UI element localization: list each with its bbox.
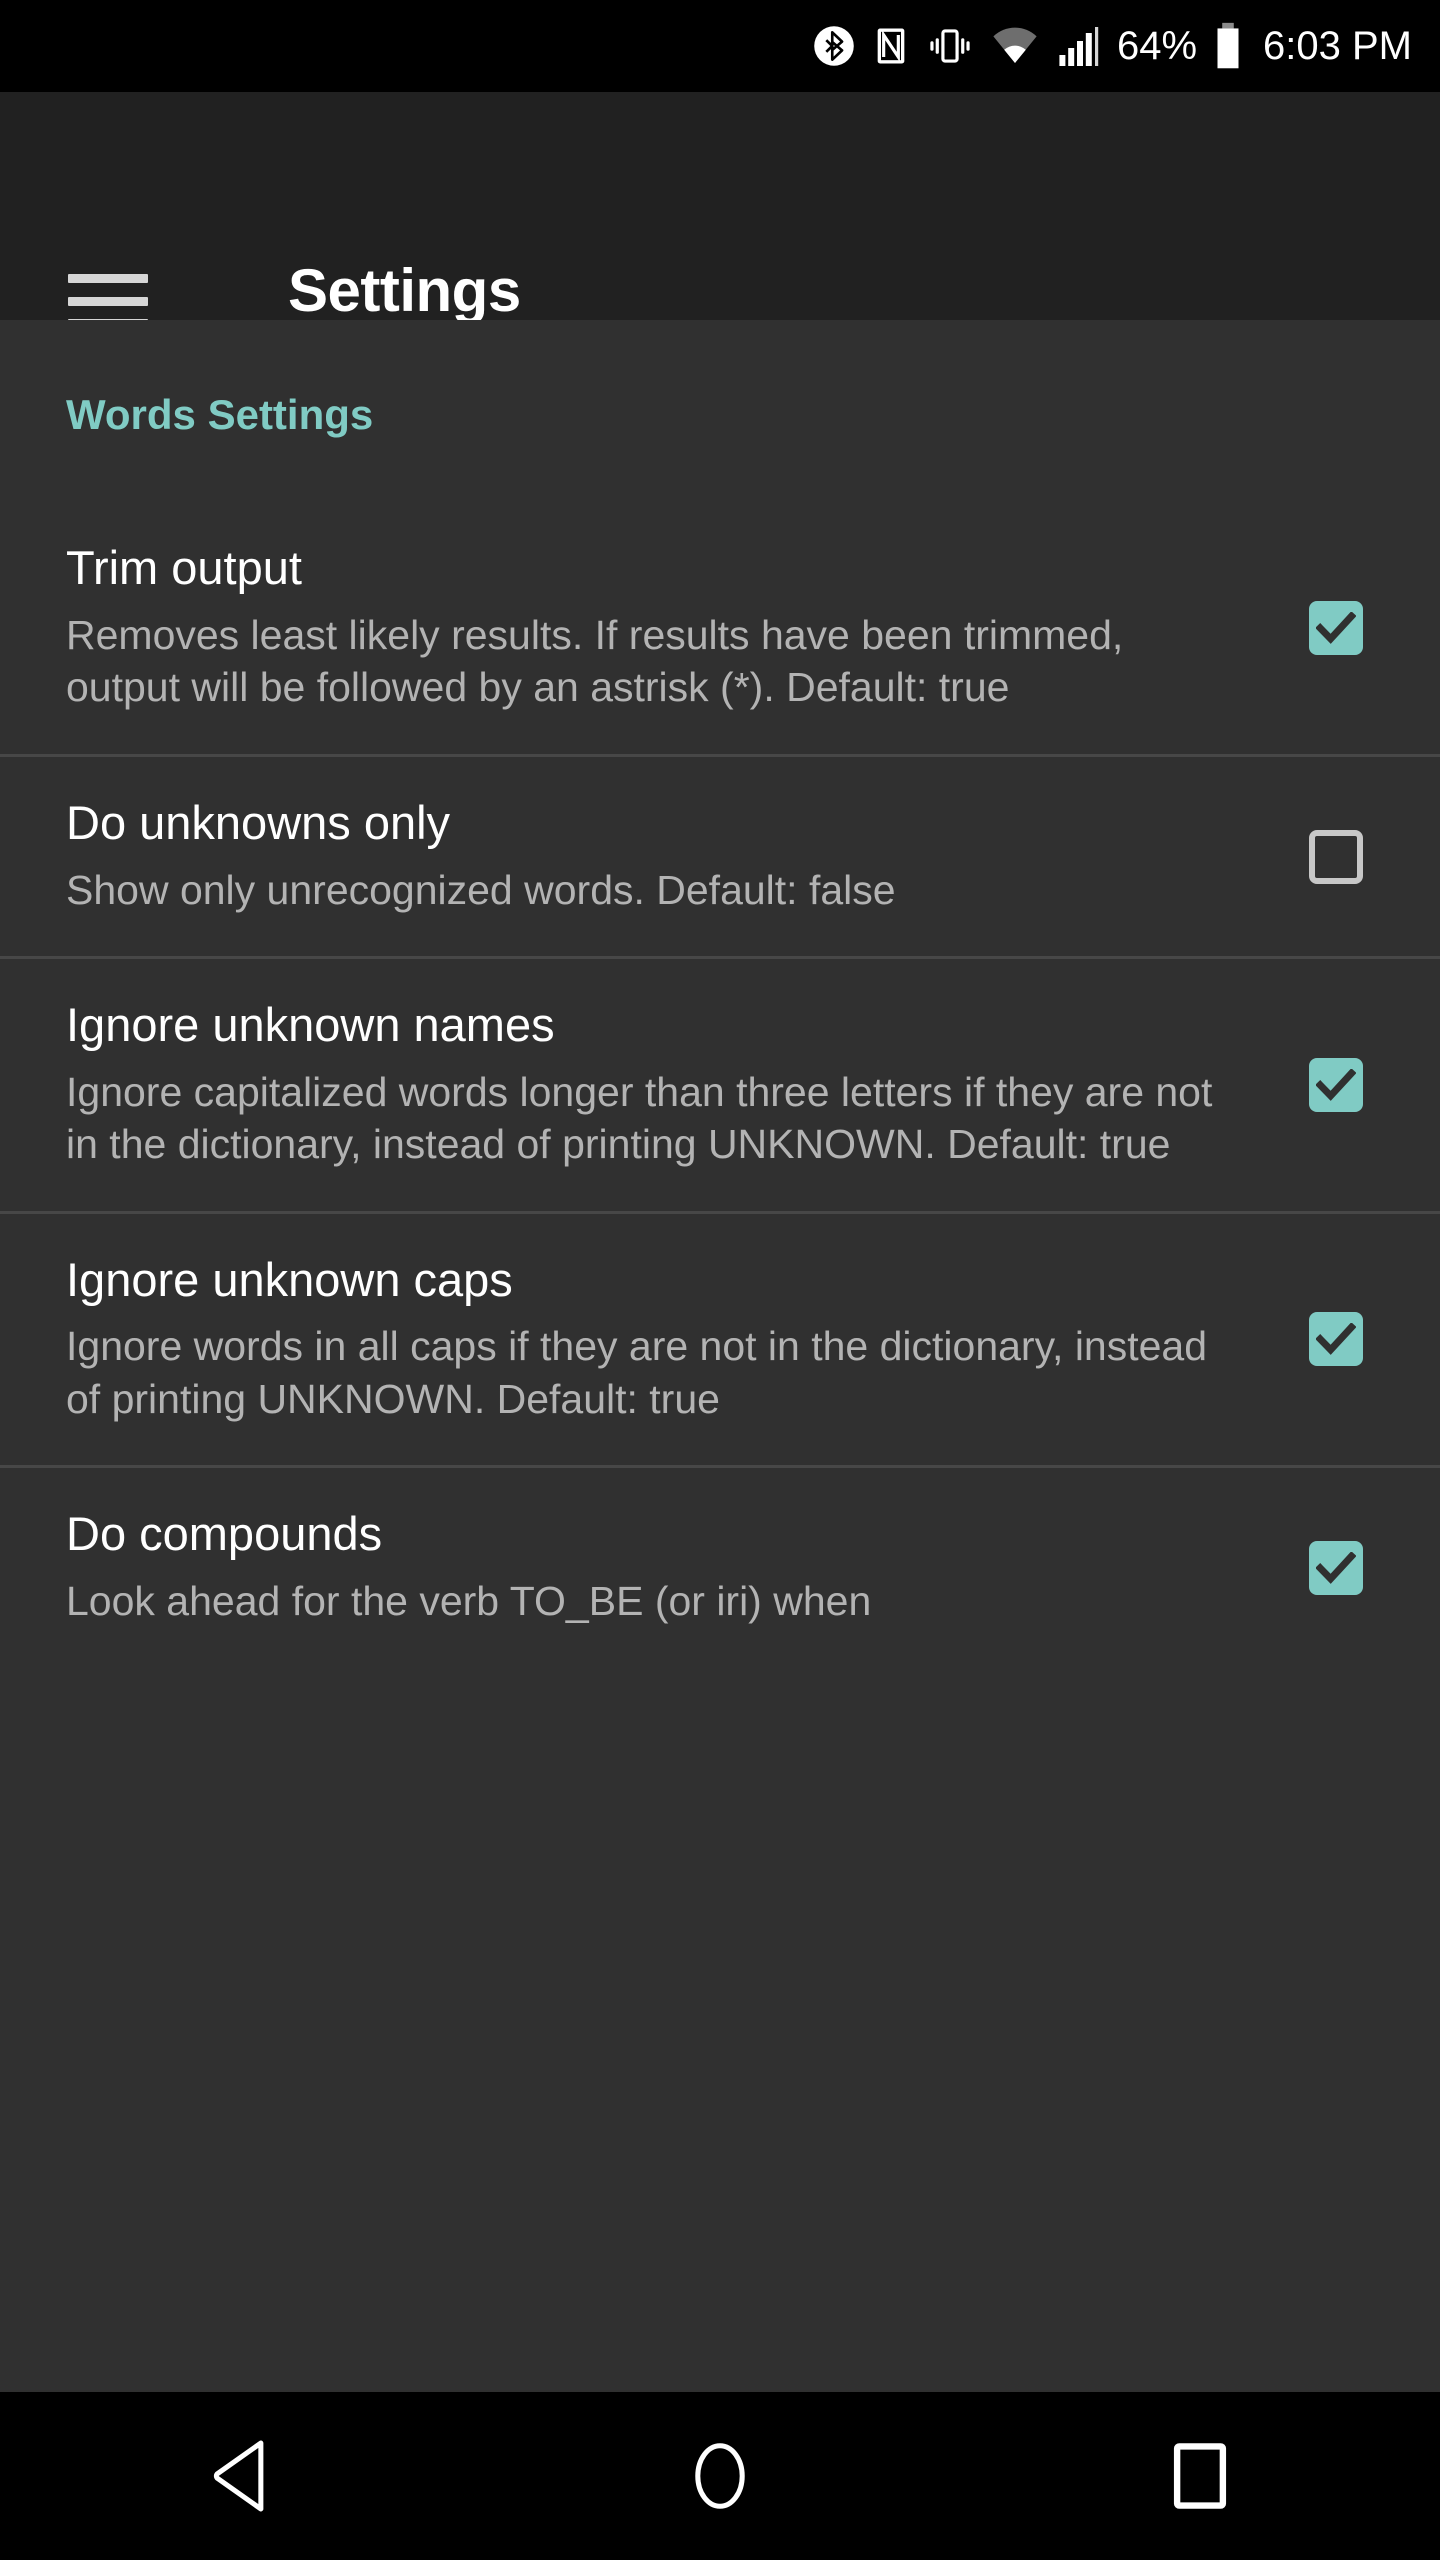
preference-text-block: Ignore unknown caps Ignore words in all … [66, 1252, 1256, 1426]
navigation-bar [0, 2392, 1440, 2560]
preference-title: Ignore unknown caps [66, 1252, 513, 1306]
checkbox-trim-output[interactable] [1309, 601, 1363, 656]
vibrate-icon [927, 21, 973, 71]
preference-text-block: Do unknowns only Show only unrecognized … [66, 795, 1256, 916]
app-bar: Settings [0, 92, 1440, 328]
preference-title: Ignore unknown names [66, 998, 555, 1052]
list-item[interactable]: Ignore unknown names Ignore capitalized … [0, 959, 1440, 1211]
preference-control [1256, 1312, 1416, 1367]
preference-control [1256, 1057, 1416, 1112]
preference-control [1256, 829, 1416, 884]
preference-text-block: Ignore unknown names Ignore capitalized … [66, 998, 1256, 1171]
preference-title: Trim output [66, 541, 302, 595]
hamburger-bar-1 [68, 274, 148, 283]
section-header-words-settings: Words Settings [66, 391, 374, 438]
checkbox-do-unknowns-only[interactable] [1309, 829, 1363, 884]
hamburger-bar-2 [68, 296, 148, 306]
list-item[interactable]: Ignore unknown caps Ignore words in all … [0, 1214, 1440, 1466]
preference-description: Look ahead for the verb TO_BE (or iri) w… [66, 1577, 872, 1624]
preference-control [1256, 601, 1416, 656]
back-triangle-icon[interactable] [150, 2416, 330, 2536]
preference-title: Do compounds [66, 1507, 383, 1561]
preference-control [1256, 1540, 1416, 1595]
settings-scroll-container[interactable]: Words Settings Trim output Removes least… [0, 320, 1440, 2392]
preference-text-block: Trim output Removes least likely results… [66, 542, 1256, 714]
nfc-icon [871, 21, 911, 71]
preference-description: Ignore capitalized words longer than thr… [66, 1068, 1213, 1168]
battery-percent-label: 64% [1116, 24, 1198, 68]
cellular-signal-icon [1057, 21, 1101, 71]
recents-square-icon[interactable] [1110, 2416, 1290, 2536]
battery-icon [1213, 20, 1243, 72]
phone-screen: 64% 6:03 PM Settings Words Settings Trim… [0, 0, 1440, 2560]
status-bar: 64% 6:03 PM [0, 0, 1440, 92]
preference-description: Ignore words in all caps if they are not… [66, 1323, 1208, 1422]
preference-description: Show only unrecognized words. Default: f… [66, 866, 896, 913]
bluetooth-icon [813, 20, 855, 72]
preference-text-block: Do compounds Look ahead for the verb TO_… [66, 1508, 1256, 1627]
preference-list: Trim output Removes least likely results… [0, 502, 1440, 1667]
list-item[interactable]: Do compounds Look ahead for the verb TO_… [0, 1468, 1440, 1667]
list-item[interactable]: Trim output Removes least likely results… [0, 502, 1440, 754]
checkbox-ignore-unknown-names[interactable] [1309, 1057, 1363, 1112]
list-item[interactable]: Do unknowns only Show only unrecognized … [0, 757, 1440, 956]
checkbox-ignore-unknown-caps[interactable] [1309, 1312, 1363, 1367]
checkbox-do-compounds[interactable] [1309, 1540, 1363, 1595]
clock-label: 6:03 PM [1263, 24, 1412, 68]
preference-title: Do unknowns only [66, 795, 451, 849]
preference-description: Removes least likely results. If results… [66, 612, 1124, 711]
home-circle-icon[interactable] [630, 2416, 810, 2536]
page-title: Settings [288, 257, 521, 324]
wifi-icon [989, 21, 1041, 71]
